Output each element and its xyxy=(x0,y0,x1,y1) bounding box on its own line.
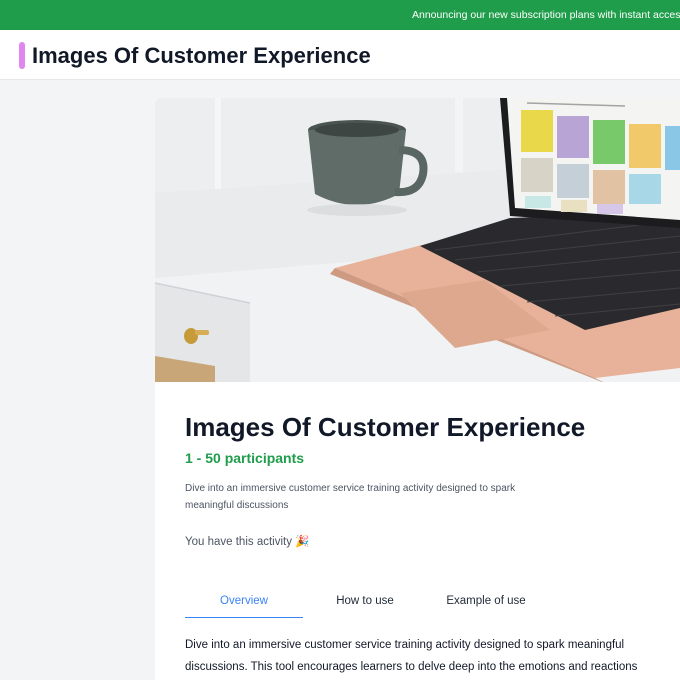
tab-overview[interactable]: Overview xyxy=(185,588,303,618)
hero-illustration xyxy=(155,98,680,382)
page-header: Images Of Customer Experience xyxy=(0,30,680,80)
activity-tabs: Overview How to use Example of use xyxy=(185,588,655,618)
tab-example-of-use[interactable]: Example of use xyxy=(427,588,545,618)
overview-description: Dive into an immersive customer service … xyxy=(185,639,638,673)
announcement-text[interactable]: Announcing our new subscription plans wi… xyxy=(412,9,680,21)
activity-card: Images Of Customer Experience 1 - 50 par… xyxy=(155,98,680,680)
hero-image xyxy=(155,98,680,382)
page-title: Images Of Customer Experience xyxy=(32,43,371,68)
header-accent-bar xyxy=(19,42,25,69)
owned-status: You have this activity 🎉 xyxy=(185,536,310,548)
tab-how-to-use[interactable]: How to use xyxy=(303,588,427,618)
participants-count: 1 - 50 participants xyxy=(185,450,305,466)
announcement-banner[interactable]: Announcing our new subscription plans wi… xyxy=(0,0,680,30)
activity-short-description: Dive into an immersive customer service … xyxy=(185,483,516,511)
activity-title: Images Of Customer Experience xyxy=(185,412,586,442)
